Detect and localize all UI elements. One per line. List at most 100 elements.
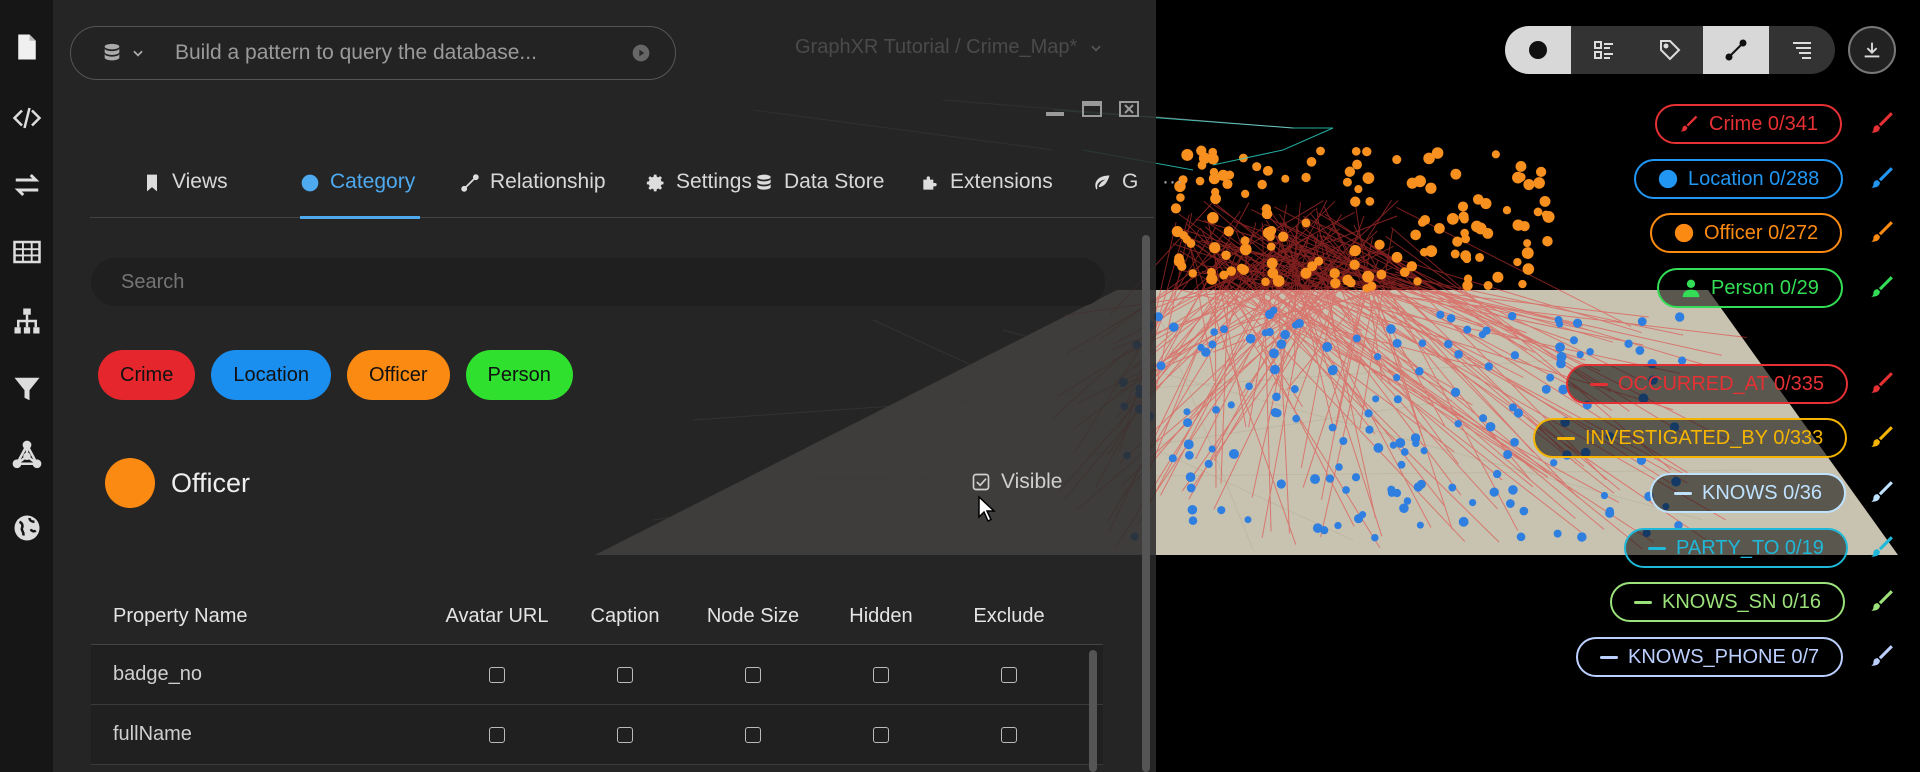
brush-icon[interactable] xyxy=(1868,424,1894,450)
transfer-icon[interactable] xyxy=(8,166,46,204)
visible-toggle[interactable]: Visible xyxy=(971,470,1062,494)
avatar-url-checkbox[interactable] xyxy=(489,726,505,743)
filter-icon[interactable] xyxy=(8,370,46,408)
table-icon[interactable] xyxy=(8,233,46,271)
officer-node xyxy=(1462,254,1472,264)
hidden-checkbox[interactable] xyxy=(873,726,889,743)
chip-crime[interactable]: Crime xyxy=(98,350,196,400)
tab-data-store[interactable]: Data Store xyxy=(754,162,884,218)
officer-node xyxy=(1376,269,1387,280)
tab-g[interactable]: G xyxy=(1092,162,1138,218)
edge-mode-button[interactable] xyxy=(1703,26,1769,74)
location-node xyxy=(1484,362,1493,371)
database-icon[interactable] xyxy=(101,42,123,64)
exclude-checkbox[interactable] xyxy=(1001,666,1017,683)
table-header: Property Name Avatar URL Caption Node Si… xyxy=(91,588,1103,645)
brush-icon[interactable] xyxy=(1868,370,1894,396)
panel-scrollbar[interactable] xyxy=(1142,235,1150,772)
officer-node xyxy=(1349,245,1361,257)
run-icon[interactable] xyxy=(631,43,651,63)
legend-label: Officer 0/272 xyxy=(1704,221,1819,244)
search-input[interactable] xyxy=(121,270,1021,294)
hierarchy-icon[interactable] xyxy=(8,302,46,340)
officer-node xyxy=(1539,195,1551,207)
globe-icon[interactable] xyxy=(8,509,46,547)
tag-button[interactable] xyxy=(1637,26,1703,74)
legend-crime[interactable]: Crime 0/341 xyxy=(1655,104,1842,144)
legend-occurred-at[interactable]: OCCURRED_AT 0/335 xyxy=(1566,364,1848,404)
brush-icon[interactable] xyxy=(1868,274,1894,300)
network-icon[interactable] xyxy=(8,436,46,474)
officer-node xyxy=(1206,273,1218,285)
location-node xyxy=(1217,506,1226,515)
tab-settings[interactable]: Settings xyxy=(646,162,752,218)
list-view-button[interactable] xyxy=(1571,26,1637,74)
chip-officer[interactable]: Officer xyxy=(346,350,450,400)
avatar-url-checkbox[interactable] xyxy=(489,666,505,683)
category-color-swatch[interactable] xyxy=(105,458,155,508)
location-node xyxy=(1220,325,1228,334)
breadcrumb[interactable]: GraphXR Tutorial / Crime_Map* xyxy=(795,36,1103,59)
query-input[interactable]: Build a pattern to query the database... xyxy=(175,41,631,65)
officer-node xyxy=(1278,231,1289,242)
table-scrollbar[interactable] xyxy=(1089,650,1097,772)
hidden-checkbox[interactable] xyxy=(873,666,889,683)
header-hidden: Hidden xyxy=(849,604,913,627)
chevron-down-icon[interactable] xyxy=(131,46,145,60)
location-node xyxy=(1265,327,1274,337)
node-size-checkbox[interactable] xyxy=(745,666,761,683)
node-mode-button[interactable] xyxy=(1505,26,1571,74)
caption-checkbox[interactable] xyxy=(617,726,633,743)
header-avatar-url: Avatar URL xyxy=(445,604,549,627)
legend-label: KNOWS 0/36 xyxy=(1702,481,1823,504)
brush-icon[interactable] xyxy=(1868,165,1894,191)
brush-icon[interactable] xyxy=(1868,479,1894,505)
officer-node xyxy=(1346,278,1356,288)
filter-list-button[interactable] xyxy=(1769,26,1835,74)
officer-node xyxy=(1225,170,1235,180)
brush-icon[interactable] xyxy=(1868,643,1894,669)
category-search[interactable] xyxy=(91,258,1105,306)
location-node xyxy=(1416,521,1424,529)
brush-icon[interactable] xyxy=(1868,534,1894,560)
maximize-icon[interactable] xyxy=(1081,100,1103,118)
officer-node xyxy=(1195,176,1205,186)
exclude-checkbox[interactable] xyxy=(1001,726,1017,743)
tab-label: G xyxy=(1122,170,1139,193)
checkbox-checked-icon[interactable] xyxy=(971,472,991,492)
caption-checkbox[interactable] xyxy=(617,666,633,683)
table-row: badge_no xyxy=(91,645,1103,705)
query-bar[interactable]: Build a pattern to query the database... xyxy=(70,26,676,80)
tab-extensions[interactable]: Extensions xyxy=(920,162,1053,218)
chevron-down-icon[interactable] xyxy=(1089,41,1103,55)
tabs-more-button[interactable]: ··· xyxy=(1162,162,1183,218)
officer-node xyxy=(1519,221,1530,232)
tab-views[interactable]: Views xyxy=(142,162,228,218)
brush-icon[interactable] xyxy=(1868,219,1894,245)
legend-party-to[interactable]: PARTY_TO 0/19 xyxy=(1624,528,1848,568)
legend-knows[interactable]: KNOWS 0/36 xyxy=(1650,473,1847,513)
legend-label: INVESTIGATED_BY 0/333 xyxy=(1585,426,1824,449)
legend-knows-phone[interactable]: KNOWS_PHONE 0/7 xyxy=(1576,637,1844,677)
tab-category[interactable]: Category xyxy=(300,162,420,219)
minimize-icon[interactable] xyxy=(1044,100,1066,118)
legend-person[interactable]: Person 0/29 xyxy=(1657,268,1843,308)
legend-investigated-by[interactable]: INVESTIGATED_BY 0/333 xyxy=(1533,418,1848,458)
close-icon[interactable] xyxy=(1118,100,1140,118)
legend-location[interactable]: Location 0/288 xyxy=(1634,159,1844,199)
file-icon[interactable] xyxy=(8,28,46,66)
category-chips: Crime Location Officer Person xyxy=(98,350,573,400)
location-node xyxy=(1415,367,1424,376)
legend-knows-sn[interactable]: KNOWS_SN 0/16 xyxy=(1610,582,1845,622)
location-node xyxy=(1387,485,1396,494)
chip-location[interactable]: Location xyxy=(211,350,331,400)
tab-relationship[interactable]: Relationship xyxy=(460,162,606,218)
location-node xyxy=(1168,322,1179,332)
brush-icon[interactable] xyxy=(1868,110,1894,136)
legend-officer[interactable]: Officer 0/272 xyxy=(1650,213,1843,253)
node-size-checkbox[interactable] xyxy=(745,726,761,743)
code-icon[interactable] xyxy=(8,99,46,137)
brush-icon[interactable] xyxy=(1868,588,1894,614)
download-button[interactable] xyxy=(1848,26,1896,74)
chip-person[interactable]: Person xyxy=(465,350,573,400)
